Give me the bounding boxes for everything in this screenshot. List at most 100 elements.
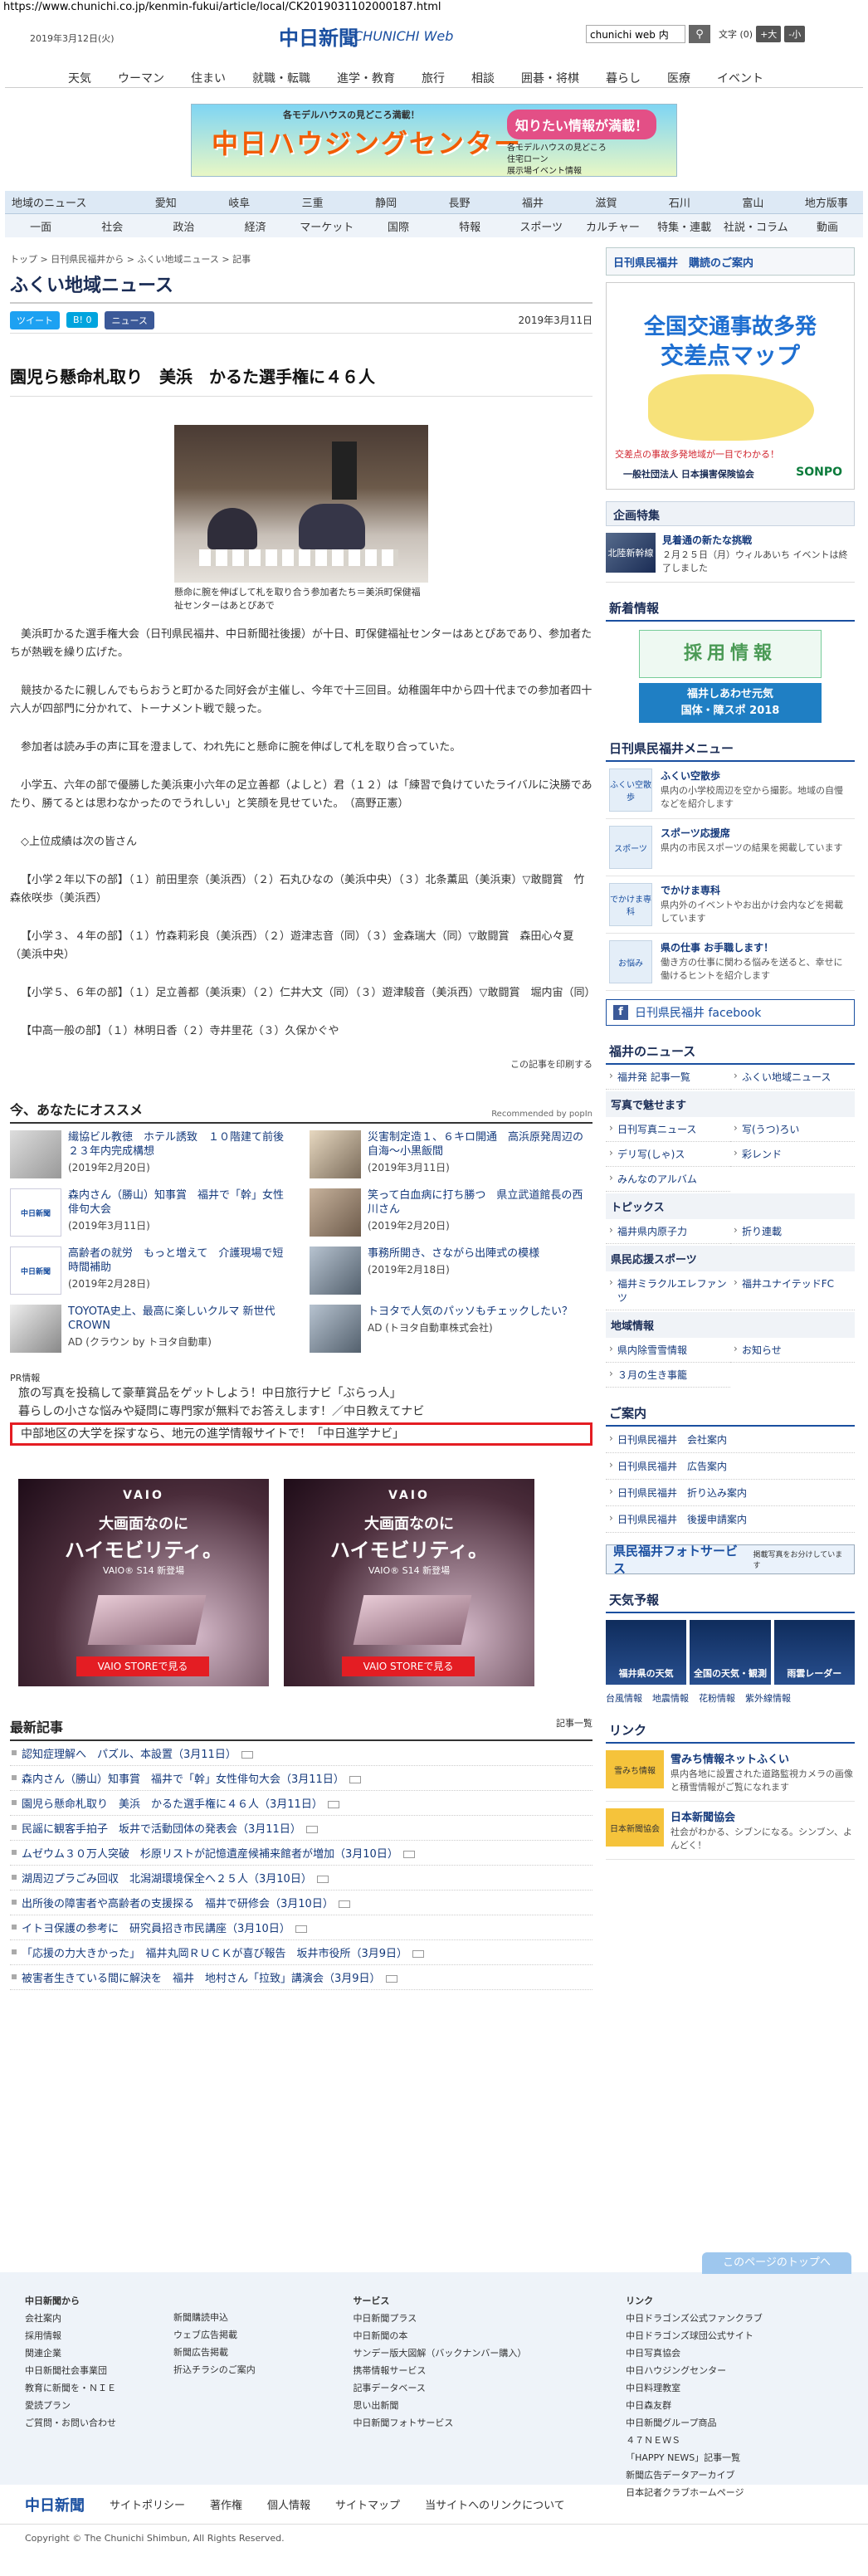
latest-item[interactable]: 湖周辺プラごみ回収 北潟湖環境保全へ２５人（3月10日）	[10, 1866, 592, 1891]
site-logo-en[interactable]: CHUNICHI Web	[354, 28, 453, 44]
latest-item[interactable]: 被害者生きている間に解決を 福井 地村さん「拉致」講演会（3月9日）	[10, 1965, 592, 1990]
news-link[interactable]: 日刊写真ニュース	[606, 1117, 730, 1142]
nav-item[interactable]: 医療	[654, 66, 704, 87]
category-item[interactable]: 特集・連載	[649, 218, 720, 234]
print-link[interactable]: この記事を印刷する	[10, 1057, 592, 1071]
latest-item[interactable]: 認知症理解へ パズル、本設置（3月11日）	[10, 1741, 592, 1766]
menu-item[interactable]: スポーツ スポーツ応援席 県内の市民スポーツの結果を掲載しています	[606, 819, 855, 876]
footer-link[interactable]: ご質問・お問い合わせ	[25, 2414, 157, 2432]
ad-button[interactable]: VAIO STOREで見る	[342, 1656, 475, 1676]
region-item[interactable]: 地方版事	[790, 194, 863, 210]
region-item[interactable]: 長野	[422, 194, 495, 210]
region-item[interactable]: 三重	[276, 194, 349, 210]
nav-item[interactable]: ウーマン	[105, 66, 178, 87]
search-input[interactable]	[586, 25, 685, 43]
footer-link[interactable]: 中日森友群	[626, 2397, 843, 2414]
footer-link[interactable]: 中日料理教室	[626, 2379, 843, 2397]
nav-item[interactable]: 旅行	[408, 66, 458, 87]
site-logo[interactable]: 中日新聞	[279, 22, 358, 51]
font-small-button[interactable]: -小	[784, 26, 806, 42]
feature-item[interactable]: 北陸新幹線 見着通の新たな挑戦 ２月２５日（月）ウィルあいち イベントは終了しまし…	[606, 526, 855, 583]
nav-item[interactable]: 住まい	[178, 66, 239, 87]
footer-link[interactable]: 中日ドラゴンズ球団公式サイト	[626, 2327, 843, 2344]
footer-link[interactable]: 関連企業	[25, 2344, 157, 2362]
guide-link[interactable]: 日刊県民福井 会社案内	[606, 1427, 855, 1453]
link-item[interactable]: 雪みち情報 雪みち情報ネットふくい 県内各地に設置された道路監視カメラの画像と積雪…	[606, 1744, 855, 1802]
news-link[interactable]: ふくい地域ニュース	[730, 1065, 855, 1090]
guide-link[interactable]: 日刊県民福井 折り込み案内	[606, 1480, 855, 1506]
footer-link[interactable]: 中日新聞グループ商品	[626, 2414, 843, 2432]
nav-item[interactable]: 就職・転職	[239, 66, 324, 87]
footer-link[interactable]: 採用情報	[25, 2327, 157, 2344]
footer-link[interactable]: 中日写真協会	[626, 2344, 843, 2362]
category-item[interactable]: 動画	[792, 218, 863, 234]
category-item[interactable]: 国際	[363, 218, 434, 234]
category-item[interactable]: スポーツ	[505, 218, 577, 234]
menu-item[interactable]: ふくい空散歩 ふくい空散歩 県内の小学校周辺を空から撮影。地域の自慢などを紹介しま…	[606, 762, 855, 819]
footer-link[interactable]: 中日新聞プラス	[353, 2310, 609, 2327]
footer-link[interactable]: サンデー版大図解（バックナンバー購入）	[353, 2344, 609, 2362]
news-link[interactable]: ３月の生き事籠	[606, 1363, 730, 1388]
recommend-item[interactable]: 繊協ビル教徳 ホテル誘致 １０階建て前後 ２３年内完成構想 (2019年2月20日…	[10, 1130, 295, 1185]
region-item[interactable]: 愛知	[129, 194, 202, 210]
weather-tile[interactable]: 雨雲レーダー	[773, 1620, 855, 1685]
footer-link[interactable]: 会社案内	[25, 2310, 157, 2327]
footer-link[interactable]: 中日ドラゴンズ公式ファンクラブ	[626, 2310, 843, 2327]
nav-item[interactable]: 相談	[458, 66, 508, 87]
category-item[interactable]: 一面	[5, 218, 76, 234]
category-item[interactable]: 特報	[434, 218, 505, 234]
guide-link[interactable]: 日刊県民福井 後援申請案内	[606, 1506, 855, 1533]
region-item[interactable]: 岐阜	[202, 194, 276, 210]
footer-link[interactable]: 中日新聞社会事業団	[25, 2362, 157, 2379]
weather-link[interactable]: 地震情報	[652, 1691, 689, 1705]
guide-link[interactable]: 日刊県民福井 広告案内	[606, 1453, 855, 1480]
footer-link[interactable]: 思い出新聞	[353, 2397, 609, 2414]
recommend-item[interactable]: 災害制定造１、６キロ開通 高浜原発周辺の自海～小黒飯間 (2019年3月11日)	[310, 1130, 592, 1185]
nav-item[interactable]: 天気	[55, 66, 105, 87]
news-link[interactable]: デリ写(しゃ)ス	[606, 1142, 730, 1167]
latest-item[interactable]: 「応援の力大きかった」 福井丸岡ＲＵＣＫが喜び報告 坂井市役所（3月9日）	[10, 1940, 592, 1965]
ad-button[interactable]: VAIO STOREで見る	[76, 1656, 209, 1676]
footer-link[interactable]: ４７ＮＥＷＳ	[626, 2432, 843, 2449]
tweet-button[interactable]: ツイート	[10, 310, 60, 329]
latest-item[interactable]: ムゼウム３０万人突破 杉原リストが記憶遺産候補来館者が増加（3月10日）	[10, 1841, 592, 1866]
footer-link[interactable]: 新聞購読申込	[173, 2309, 336, 2326]
news-link[interactable]: 福井ユナイテッドFC	[730, 1271, 855, 1310]
region-item[interactable]: 滋賀	[569, 194, 642, 210]
region-item[interactable]: 地域のニュース	[5, 194, 129, 210]
search-icon[interactable]: ⚲	[689, 25, 710, 43]
latest-item[interactable]: 森内さん（勝山）知事賞 福井で「幹」女性俳句大会（3月11日）	[10, 1766, 592, 1791]
breadcrumb[interactable]: トップ > 日刊県民福井から > ふくい地域ニュース > 記事	[10, 252, 592, 266]
url-bar[interactable]: https://www.chunichi.co.jp/kenmin-fukui/…	[0, 0, 868, 15]
region-item[interactable]: 静岡	[349, 194, 422, 210]
subscribe-button[interactable]: 日刊県民福井 購読のご案内	[606, 247, 855, 276]
nav-item[interactable]: 進学・教育	[324, 66, 408, 87]
footer-link[interactable]: 携帯情報サービス	[353, 2362, 609, 2379]
pr-link[interactable]: 暮らしの小さな悩みや疑問に専門家が無料でお答えします！／中日教えてナビ	[10, 1403, 592, 1421]
recommend-item[interactable]: 中日新聞 高齢者の就労 もっと増えて 介護現場で短時間補助 (2019年2月28日…	[10, 1247, 293, 1301]
footer-link[interactable]: 中日新聞フォトサービス	[353, 2414, 609, 2432]
footer-link[interactable]: 日本記者クラブホームページ	[626, 2484, 843, 2501]
footer-link[interactable]: 愛読プラン	[25, 2397, 157, 2414]
news-link[interactable]: 彩レンド	[730, 1142, 855, 1167]
recommend-item[interactable]: 笑って白血病に打ち勝つ 県立武道館長の西川さん (2019年2月20日)	[310, 1188, 592, 1243]
weather-link[interactable]: 花粉情報	[699, 1691, 735, 1705]
category-item[interactable]: 社会	[76, 218, 148, 234]
font-large-button[interactable]: +大	[756, 26, 782, 42]
category-item[interactable]: マーケット	[291, 218, 363, 234]
housing-center-banner[interactable]: 各モデルハウスの見どころ満載！ 中日ハウジングセンター 知りたい情報が満載！ 各…	[191, 104, 677, 177]
recommend-item[interactable]: トヨタで人気のパッソもチェックしたい？ AD (トヨタ自動車株式会社)	[310, 1305, 592, 1359]
footer-link[interactable]: 新聞広告データアーカイブ	[626, 2466, 843, 2484]
news-link[interactable]: 福井発 記事一覧	[606, 1065, 730, 1090]
recommend-item[interactable]: TOYOTA史上、最高に楽しいクルマ 新世代CROWN AD (クラウン by ト…	[10, 1305, 293, 1359]
category-item[interactable]: 社説・コラム	[720, 218, 792, 234]
news-link[interactable]: 写(うつ)ろい	[730, 1117, 855, 1142]
news-link[interactable]: みんなのアルバム	[606, 1167, 730, 1192]
nav-item[interactable]: 暮らし	[592, 66, 654, 87]
news-link[interactable]: 福井県内原子力	[606, 1219, 730, 1244]
kokutai-banner[interactable]: 福井しあわせ元気 国体・障スポ 2018	[639, 683, 822, 723]
news-link[interactable]: 県内除雪雪情報	[606, 1338, 730, 1363]
article-list-link[interactable]: 記事一覧	[556, 1716, 592, 1736]
news-link[interactable]: お知らせ	[730, 1338, 855, 1363]
weather-link[interactable]: 台風情報	[606, 1691, 642, 1705]
